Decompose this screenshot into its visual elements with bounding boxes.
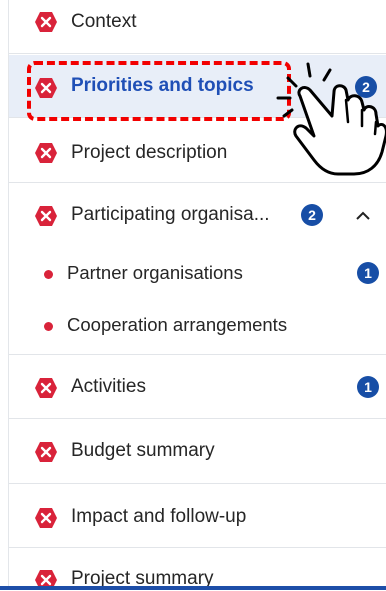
count-badge: 2 (301, 204, 323, 226)
chevron-up-icon[interactable] (355, 211, 371, 221)
nav-item-label: Activities (71, 376, 146, 397)
error-hexagon-icon (35, 378, 57, 398)
bullet-dot-icon (44, 270, 53, 279)
nav-item-label: Project description (71, 142, 228, 163)
nav-item-activities[interactable]: Activities 1 (9, 356, 386, 419)
nav-item-label: Participating organisa... (71, 204, 270, 225)
nav-subitem-partner-organisations[interactable]: Partner organisations 1 (9, 248, 386, 300)
nav-item-label: Impact and follow-up (71, 506, 247, 527)
error-hexagon-icon (35, 442, 57, 462)
nav-item-budget-summary[interactable]: Budget summary (9, 420, 386, 484)
error-hexagon-icon (35, 206, 57, 226)
nav-item-participating-organisations[interactable]: Participating organisa... 2 (9, 184, 386, 248)
nav-item-label: Context (71, 11, 137, 32)
error-hexagon-icon (35, 143, 57, 163)
bottom-accent-bar (0, 586, 386, 590)
nav-item-impact-and-follow-up[interactable]: Impact and follow-up (9, 485, 386, 548)
error-hexagon-icon (35, 508, 57, 528)
error-hexagon-icon (35, 12, 57, 32)
count-badge: 1 (357, 376, 379, 398)
nav-item-project-summary[interactable]: Project summary (9, 549, 386, 590)
count-badge: 1 (357, 262, 379, 284)
bullet-dot-icon (44, 322, 53, 331)
nav-subitem-cooperation-arrangements[interactable]: Cooperation arrangements (9, 300, 386, 355)
hand-pointer-icon (276, 62, 386, 176)
nav-subitem-label: Partner organisations (67, 262, 243, 283)
nav-item-context[interactable]: Context (9, 0, 386, 54)
nav-subitem-label: Cooperation arrangements (67, 314, 288, 335)
annotation-highlight-box (27, 61, 291, 121)
nav-item-label: Budget summary (71, 440, 215, 461)
